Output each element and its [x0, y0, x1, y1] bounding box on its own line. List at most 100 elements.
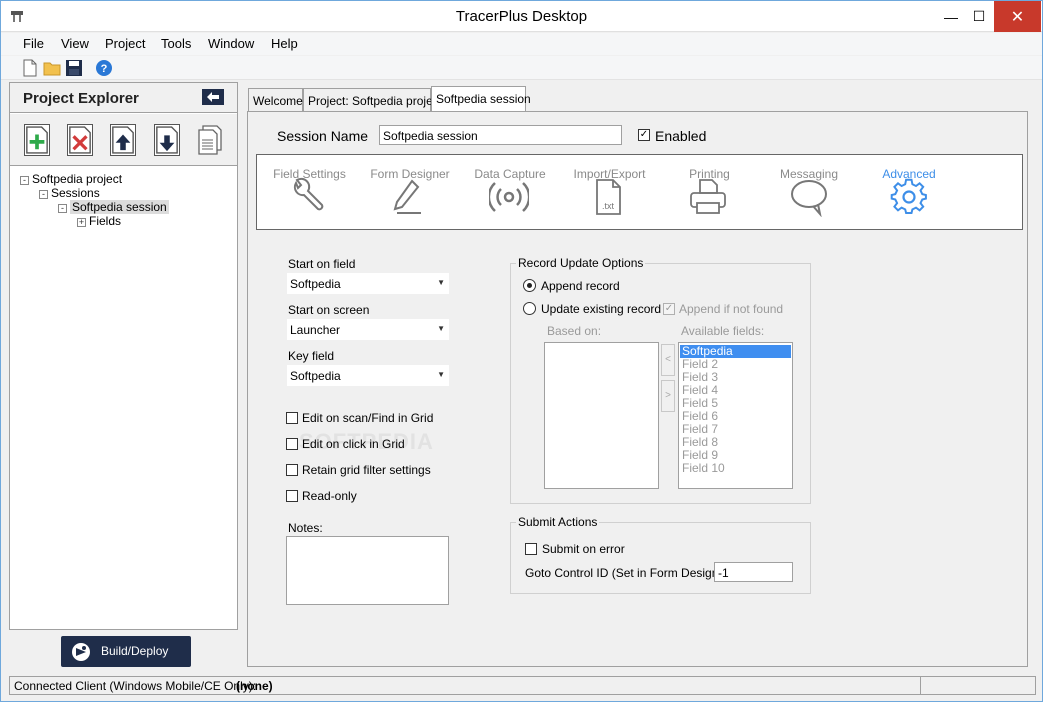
read-only-label: Read-only — [302, 489, 357, 503]
based-on-label: Based on: — [547, 324, 602, 338]
title-bar: TracerPlus Desktop — ☐ ✕ — [1, 1, 1042, 32]
tree-item-label: Sessions — [51, 186, 100, 200]
tree-item-project[interactable]: - Softpedia project — [20, 172, 122, 186]
append-if-not-found-label: Append if not found — [679, 302, 784, 316]
build-deploy-label: Build/Deploy — [101, 644, 169, 658]
move-down-icon[interactable] — [154, 124, 180, 156]
app-window: TracerPlus Desktop — ☐ ✕ File View Proje… — [0, 0, 1043, 702]
edit-on-click-checkbox[interactable] — [286, 438, 298, 450]
menu-help[interactable]: Help — [271, 36, 298, 51]
add-icon[interactable] — [24, 124, 50, 156]
append-record-label: Append record — [541, 279, 620, 293]
svg-text:?: ? — [101, 63, 108, 75]
retain-filter-label: Retain grid filter settings — [302, 463, 431, 477]
session-name-input[interactable]: Softpedia session — [379, 125, 622, 145]
toolbar: ? — [1, 56, 1042, 80]
arrow-left-icon — [207, 92, 219, 102]
collapse-explorer-button[interactable] — [202, 89, 224, 105]
explorer-title: Project Explorer — [23, 90, 139, 107]
edit-on-click-label: Edit on click in Grid — [302, 437, 405, 451]
start-field-value: Softpedia — [290, 277, 341, 291]
submit-on-error-checkbox[interactable] — [525, 543, 537, 555]
start-screen-label: Start on screen — [288, 303, 370, 317]
delete-icon[interactable] — [67, 124, 93, 156]
menu-view[interactable]: View — [61, 36, 89, 51]
gear-icon — [890, 178, 927, 214]
dropdown-arrow-icon: ▼ — [437, 324, 445, 333]
tree-item-label: Fields — [89, 214, 122, 228]
move-up-icon[interactable] — [110, 124, 136, 156]
copy-icon[interactable] — [197, 124, 223, 156]
status-divider — [920, 677, 921, 694]
menu-tools[interactable]: Tools — [161, 36, 191, 51]
open-folder-icon[interactable] — [43, 59, 61, 77]
build-icon — [72, 643, 90, 661]
key-field-select[interactable]: Softpedia ▼ — [287, 365, 449, 386]
start-screen-select[interactable]: Launcher ▼ — [287, 319, 449, 340]
edit-on-scan-checkbox[interactable] — [286, 412, 298, 424]
goto-control-input[interactable]: -1 — [714, 562, 793, 582]
tree-expander[interactable]: - — [58, 204, 67, 213]
tab-welcome[interactable]: Welcome — [248, 88, 303, 111]
build-deploy-button[interactable]: Build/Deploy — [61, 636, 191, 667]
help-icon[interactable]: ? — [95, 59, 113, 77]
tab-project[interactable]: Project: Softpedia project — [303, 88, 442, 111]
key-field-value: Softpedia — [290, 369, 341, 383]
retain-filter-checkbox[interactable] — [286, 464, 298, 476]
tree-expander[interactable]: - — [20, 176, 29, 185]
menu-window[interactable]: Window — [208, 36, 254, 51]
notes-textarea[interactable] — [286, 536, 449, 605]
save-icon[interactable] — [65, 59, 83, 77]
tree-item-sessions[interactable]: - Sessions — [39, 186, 100, 200]
available-fields-list[interactable]: Softpedia Field 2 Field 3 Field 4 Field … — [678, 342, 793, 489]
start-field-select[interactable]: Softpedia ▼ — [287, 273, 449, 294]
menu-project[interactable]: Project — [105, 36, 145, 51]
move-right-button[interactable]: > — [661, 380, 675, 412]
pencil-icon — [393, 179, 421, 214]
submit-actions-group — [510, 522, 811, 594]
minimize-button[interactable]: — — [936, 1, 966, 32]
enabled-label: Enabled — [655, 128, 707, 144]
tab-session[interactable]: Softpedia session — [431, 86, 531, 112]
txt-label: .txt — [602, 201, 615, 211]
read-only-checkbox[interactable] — [286, 490, 298, 502]
append-record-radio[interactable] — [523, 279, 536, 292]
based-on-list[interactable] — [544, 342, 659, 489]
project-explorer: Project Explorer - Softpedia project - S… — [9, 82, 238, 630]
wrench-icon — [293, 177, 324, 211]
edit-on-scan-label: Edit on scan/Find in Grid — [302, 411, 434, 425]
record-update-title: Record Update Options — [516, 256, 646, 270]
new-file-icon[interactable] — [21, 59, 39, 77]
explorer-toolbar — [10, 114, 237, 166]
available-fields-label: Available fields: — [681, 324, 765, 338]
dropdown-arrow-icon: ▼ — [437, 370, 445, 379]
menu-bar: File View Project Tools Window Help — [1, 33, 1042, 55]
tree-item-session[interactable]: - Softpedia session — [58, 200, 169, 214]
move-left-button[interactable]: < — [661, 344, 675, 376]
speech-bubble-icon — [791, 180, 827, 217]
notes-label: Notes: — [288, 521, 323, 535]
status-bar: Connected Client (Windows Mobile/CE Only… — [9, 676, 1036, 695]
connected-client-label: Connected Client (Windows Mobile/CE Only… — [14, 679, 257, 693]
tree-expander[interactable]: + — [77, 218, 86, 227]
update-existing-radio[interactable] — [523, 302, 536, 315]
tree-expander[interactable]: - — [39, 190, 48, 199]
enabled-checkbox[interactable]: ✓ — [638, 129, 650, 141]
signal-icon — [489, 182, 529, 212]
update-existing-label: Update existing record — [541, 302, 662, 316]
printer-icon — [690, 179, 726, 214]
menu-file[interactable]: File — [23, 36, 44, 51]
session-name-label: Session Name — [277, 128, 369, 144]
connected-client-value: (none) — [236, 679, 273, 693]
list-item[interactable]: Field 10 — [682, 462, 725, 475]
start-field-label: Start on field — [288, 257, 356, 271]
key-field-label: Key field — [288, 349, 335, 363]
goto-control-label: Goto Control ID (Set in Form Designer) — [525, 566, 734, 580]
append-if-not-found-checkbox[interactable]: ✓ — [663, 303, 675, 315]
tree-item-label: Softpedia session — [70, 200, 169, 214]
maximize-button[interactable]: ☐ — [964, 1, 994, 32]
submit-on-error-label: Submit on error — [542, 542, 625, 556]
tree-item-fields[interactable]: + Fields — [77, 214, 121, 228]
explorer-header: Project Explorer — [10, 83, 237, 113]
close-button[interactable]: ✕ — [994, 1, 1041, 32]
